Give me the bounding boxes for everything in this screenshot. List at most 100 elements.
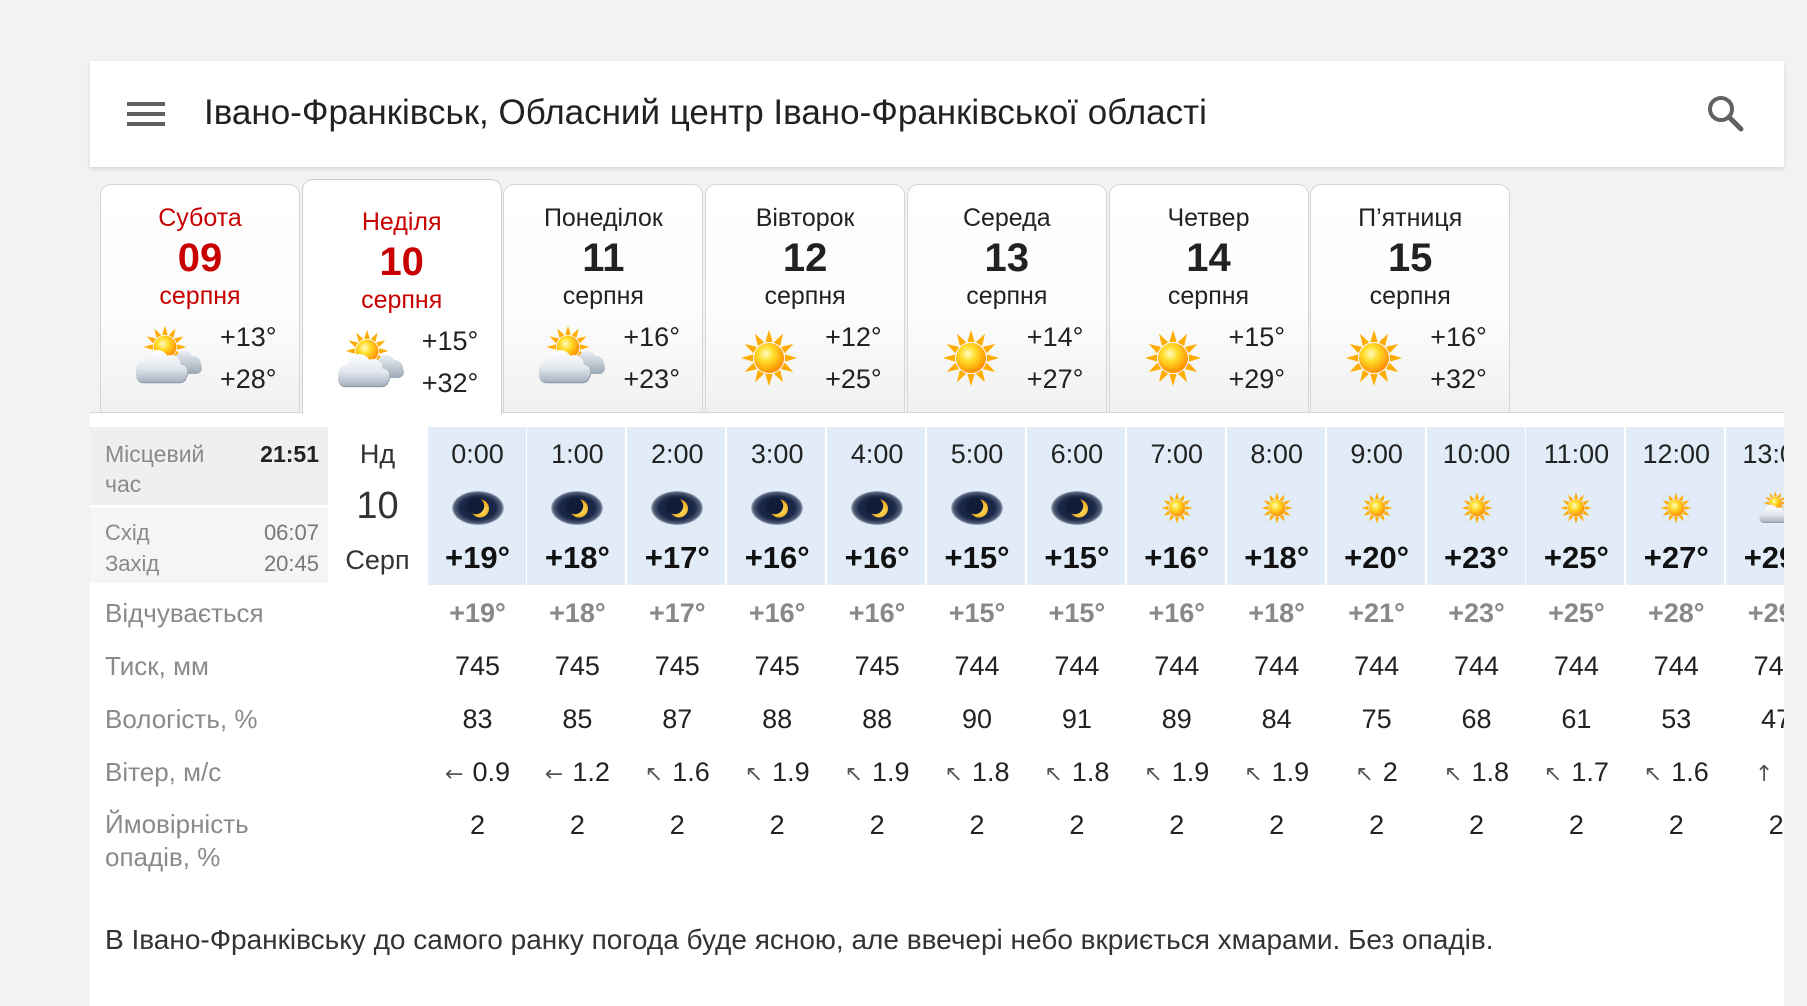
current-day-month: Серп	[345, 545, 410, 575]
hourly-forecast-panel: Місцевий час 21:51 Схід 06:07 Захід 20:4…	[90, 412, 1784, 1006]
day-tab-content: Четвер 14 серпня +15° +29°	[1110, 185, 1308, 412]
hour-wind-speed: 1.9	[1171, 757, 1210, 787]
moon-icon	[1050, 490, 1104, 526]
wind-direction-arrow-icon: ←	[445, 762, 464, 787]
wind-direction-arrow-icon: ↖	[1643, 762, 1663, 787]
hour-pressure: 744	[1453, 651, 1500, 681]
day-tab[interactable]: Середа 13 серпня +14° +27°	[906, 184, 1107, 412]
hour-wind: ↖ 1.8	[927, 755, 1027, 792]
hour-precipitation: 2	[469, 810, 486, 840]
feels-like-label: Відчувається	[105, 598, 264, 628]
day-tab-month: серпня	[1167, 282, 1250, 310]
hour-pressure: 744	[1553, 651, 1599, 681]
wind-direction-arrow-icon: ↖	[1444, 762, 1463, 787]
day-tab-max-temp: +23°	[623, 364, 680, 394]
hour-temperature: +23°	[1444, 540, 1509, 575]
hour-precipitation: 2	[1668, 810, 1684, 840]
hour-column: 6:00 +15° +15° 744 91 ↖ 1.8 2	[1026, 413, 1127, 883]
day-tab-max-temp: +29°	[1228, 364, 1286, 394]
day-tab-content: Субота 09 серпня +13° +28°	[101, 185, 299, 412]
partly-cloudy-icon	[126, 324, 206, 388]
hour-wind: ↖ 1.7	[1526, 755, 1626, 792]
precipitation-label: Ймовірність опадів, %	[105, 809, 249, 872]
hour-precipitation: 2	[869, 810, 885, 840]
moon-icon	[750, 490, 804, 526]
day-tab-date: 11	[582, 236, 625, 280]
sunset-time: 20:45	[263, 551, 319, 576]
hour-time: 9:00	[1350, 439, 1403, 469]
sun-icon	[1161, 492, 1193, 524]
hour-time: 11:00	[1543, 439, 1610, 469]
day-tab-weekday: П’ятниця	[1358, 204, 1463, 232]
hour-wind-speed: 1.8	[971, 757, 1010, 787]
app-header: Івано-Франківськ, Обласний центр Івано-Ф…	[90, 61, 1784, 167]
day-tab[interactable]: Субота 09 серпня +13° +28°	[100, 184, 300, 412]
day-tab-month: серпня	[159, 282, 241, 310]
hour-wind: ↖ 1.8	[1427, 755, 1527, 792]
day-tab-date: 10	[379, 240, 424, 284]
hour-column: 8:00 +18° +18° 744 84 ↖ 1.9 2	[1226, 413, 1327, 883]
hour-wind: ↖ 1.6	[1626, 755, 1726, 792]
hour-temperature: +16°	[1144, 540, 1210, 575]
hour-precipitation: 2	[1568, 810, 1584, 840]
hour-wind: ← 1.2	[527, 755, 627, 792]
hour-column: 5:00 +15° +15° 744 90 ↖ 1.8 2	[927, 413, 1027, 883]
moon-icon	[650, 490, 704, 526]
hour-time: 0:00	[451, 439, 504, 469]
sunrise-row: Схід 06:07	[105, 517, 319, 548]
hour-column: 3:00 +16° +16° 745 88 ↖ 1.9 2	[727, 413, 827, 883]
hour-time: 6:00	[1050, 439, 1104, 469]
day-tab-min-temp: +16°	[623, 322, 680, 352]
day-tab[interactable]: Понеділок 11 серпня +16° +23°	[503, 184, 704, 412]
day-tab-content: Вівторок 12 серпня +12° +25°	[706, 185, 904, 412]
hour-wind-speed: 1.9	[772, 757, 810, 787]
day-tab[interactable]: Четвер 14 серпня +15° +29°	[1108, 184, 1309, 412]
moon-icon	[850, 490, 904, 526]
hour-column: 2:00 +17° +17° 745 87 ↖ 1.6 2	[627, 413, 727, 883]
wind-direction-arrow-icon: ↖	[744, 762, 764, 787]
wind-direction-arrow-icon: ↖	[1543, 762, 1563, 787]
hour-time: 13:00	[1742, 439, 1784, 469]
hour-column: 9:00 +20° +21° 744 75 ↖ 2 2	[1326, 413, 1427, 883]
day-tab[interactable]: Вівторок 12 серпня +12° +25°	[705, 184, 906, 412]
hour-column: 13:00+29°+29°74447↑12	[1726, 413, 1784, 883]
pressure-label: Тиск, мм	[105, 651, 209, 681]
hour-pressure: 744	[954, 651, 1000, 681]
hour-feels-like: +16°	[1148, 598, 1206, 628]
hour-humidity: 88	[762, 704, 793, 734]
hour-precipitation: 2	[1269, 810, 1285, 840]
hour-pressure: 745	[554, 651, 600, 681]
hour-humidity: 68	[1461, 704, 1492, 734]
current-day-date: 10	[356, 485, 399, 527]
search-button[interactable]	[1706, 94, 1744, 132]
day-tab[interactable]: П’ятниця 15 серпня +16° +32°	[1310, 184, 1511, 412]
hour-time: 5:00	[950, 439, 1004, 469]
moon-icon	[550, 490, 604, 526]
hour-feels-like: +17°	[648, 598, 706, 628]
hour-feels-like: +23°	[1448, 598, 1505, 628]
day-tab-content: П’ятниця 15 серпня +16° +32°	[1311, 185, 1509, 412]
day-tab[interactable]: Неділя 10 серпня +15° +32°	[301, 179, 502, 414]
hour-humidity: 88	[862, 704, 893, 734]
hour-wind-speed: 1.8	[1071, 757, 1110, 787]
day-tab-max-temp: +25°	[825, 364, 882, 394]
hour-humidity: 90	[961, 704, 993, 734]
hour-column: 1:00 +18° +18° 745 85 ← 1.2 2	[527, 413, 627, 883]
sun-icon	[1461, 492, 1493, 524]
menu-button[interactable]	[127, 101, 165, 127]
hour-humidity: 75	[1361, 704, 1392, 734]
local-time: Місцевий час 21:51	[90, 427, 328, 505]
partly-cloudy-icon	[1754, 490, 1784, 526]
hour-feels-like: +29°	[1747, 598, 1784, 628]
hour-humidity: 47	[1761, 704, 1784, 734]
hour-wind: ↖ 2	[1327, 755, 1427, 792]
hour-pressure: 744	[1753, 651, 1784, 681]
day-tab-max-temp: +27°	[1026, 364, 1084, 394]
day-tab-month: серпня	[361, 286, 443, 314]
hour-humidity: 87	[662, 704, 693, 734]
hour-temperature: +27°	[1643, 540, 1709, 575]
hour-feels-like: +18°	[1248, 598, 1305, 628]
sun-icon	[1361, 492, 1393, 524]
sunset-row: Захід 20:45	[105, 548, 319, 579]
hour-humidity: 91	[1061, 704, 1092, 734]
